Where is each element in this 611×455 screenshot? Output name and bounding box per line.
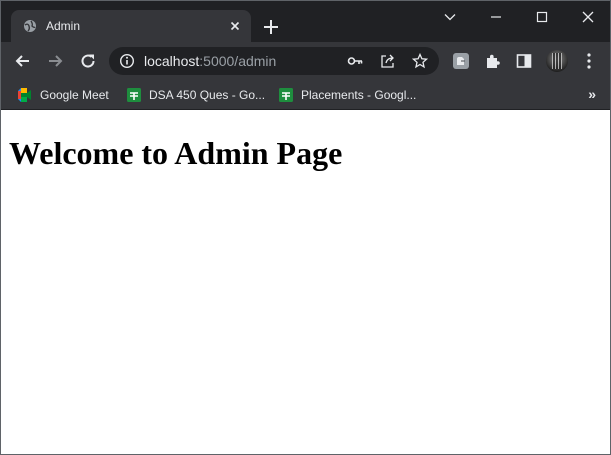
chevron-down-icon[interactable] xyxy=(427,5,473,29)
bookmarks-bar: Google Meet DSA 450 Ques - Go... Placeme… xyxy=(1,80,610,110)
tab-admin[interactable]: Admin xyxy=(11,10,251,42)
profile-avatar[interactable] xyxy=(546,50,568,72)
bookmark-placements[interactable]: Placements - Googl... xyxy=(278,86,418,104)
reload-icon[interactable] xyxy=(76,49,100,73)
google-sheets-icon xyxy=(126,87,142,103)
share-icon[interactable] xyxy=(380,53,396,69)
page-content: Welcome to Admin Page xyxy=(1,111,610,454)
bookmark-label: Google Meet xyxy=(40,88,109,102)
minimize-icon[interactable] xyxy=(473,5,519,29)
star-icon[interactable] xyxy=(411,52,429,69)
tab-title: Admin xyxy=(46,19,81,33)
google-sheets-icon xyxy=(278,87,294,103)
page-heading: Welcome to Admin Page xyxy=(9,135,343,171)
extension-icon[interactable] xyxy=(452,52,470,70)
url-host: localhost xyxy=(144,53,200,69)
globe-icon xyxy=(23,19,37,33)
puzzle-icon[interactable] xyxy=(484,52,502,70)
back-icon[interactable] xyxy=(11,49,35,73)
forward-icon[interactable] xyxy=(43,49,67,73)
key-icon[interactable] xyxy=(347,53,363,69)
bookmark-label: DSA 450 Ques - Go... xyxy=(149,88,266,102)
bookmark-dsa-450[interactable]: DSA 450 Ques - Go... xyxy=(126,86,266,104)
bookmark-google-meet[interactable]: Google Meet xyxy=(17,86,117,104)
tab-close-icon[interactable] xyxy=(227,18,243,34)
browser-window: Admin localhost:5000/admin Google Meet D… xyxy=(0,0,611,455)
bookmark-label: Placements - Googl... xyxy=(301,88,417,102)
maximize-icon[interactable] xyxy=(519,5,565,29)
close-icon[interactable] xyxy=(565,5,610,29)
title-bar: Admin xyxy=(1,1,610,42)
address-bar[interactable]: localhost:5000/admin xyxy=(109,47,439,75)
url-text[interactable]: localhost:5000/admin xyxy=(144,53,276,69)
more-menu-icon[interactable] xyxy=(586,52,596,70)
google-meet-icon xyxy=(17,87,33,103)
info-icon[interactable] xyxy=(119,53,135,69)
new-tab-icon[interactable] xyxy=(261,17,281,37)
side-panel-icon[interactable] xyxy=(515,52,533,70)
toolbar: localhost:5000/admin xyxy=(1,42,610,80)
bookmarks-overflow-icon[interactable]: » xyxy=(588,86,596,102)
url-path: :5000/admin xyxy=(199,53,277,69)
